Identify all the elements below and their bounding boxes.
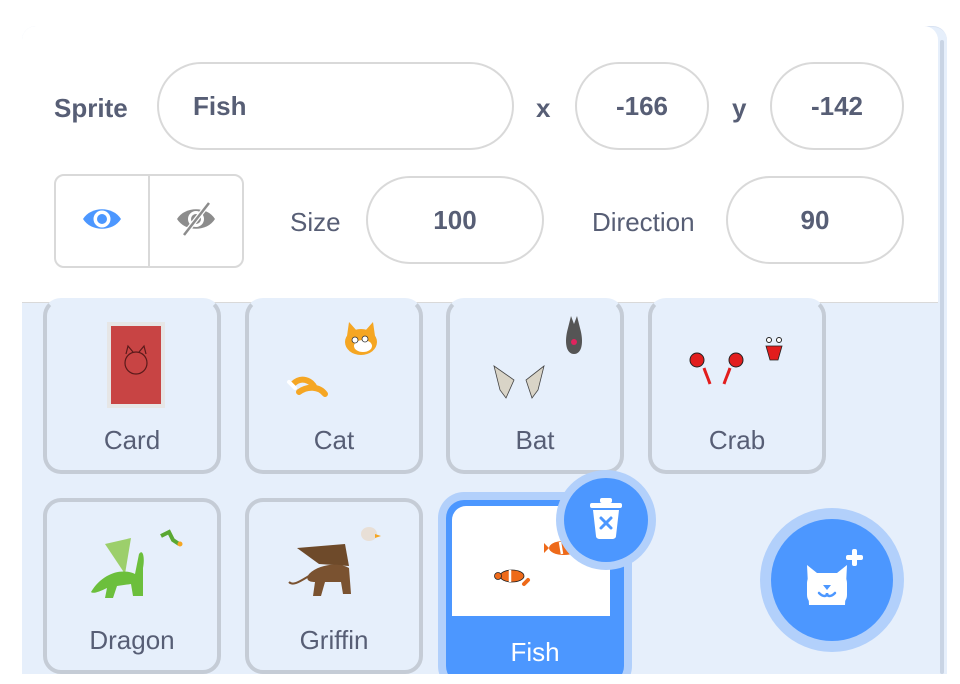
size-label: Size	[290, 207, 341, 237]
sprite-name: Card	[103, 425, 161, 455]
size-input[interactable]: 100	[366, 176, 544, 264]
visibility-toggle	[54, 174, 244, 268]
sprite-tile-dragon[interactable]: Dragon	[43, 498, 221, 674]
x-input[interactable]: -166	[575, 62, 709, 150]
sprite-tile-bat[interactable]: Bat	[446, 298, 624, 474]
dragon-sprite-thumbnail	[47, 502, 217, 622]
bat-sprite-thumbnail	[450, 302, 620, 422]
x-label: x	[536, 93, 551, 123]
cat-sprite-thumbnail	[249, 302, 419, 422]
sprite-name: Dragon	[89, 625, 175, 655]
trash-icon	[586, 496, 626, 545]
viewport-edge	[0, 674, 960, 684]
sprite-tile-crab[interactable]: Crab	[648, 298, 826, 474]
delete-sprite-button[interactable]	[564, 478, 648, 562]
sprite-name: Bat	[515, 425, 555, 455]
card-sprite-thumbnail	[47, 302, 217, 422]
sprite-name: Fish	[510, 637, 560, 667]
sprite-name-input[interactable]: Fish	[157, 62, 514, 150]
sprite-name: Griffin	[299, 625, 369, 655]
scrollbar[interactable]	[940, 40, 944, 674]
sprite-tile-card[interactable]: Card	[43, 298, 221, 474]
add-sprite-button[interactable]	[760, 508, 904, 652]
y-input[interactable]: -142	[770, 62, 904, 150]
y-label: y	[732, 93, 747, 123]
direction-input[interactable]: 90	[726, 176, 904, 264]
sprite-tile-griffin[interactable]: Griffin	[245, 498, 423, 674]
hide-button[interactable]	[148, 176, 242, 266]
griffin-sprite-thumbnail	[249, 502, 419, 622]
show-button[interactable]	[56, 176, 148, 266]
eye-icon	[81, 204, 123, 239]
sprite-tile-cat[interactable]: Cat	[245, 298, 423, 474]
sprite-label: Sprite	[54, 93, 128, 123]
add-sprite-button-inner[interactable]	[771, 519, 893, 641]
direction-label: Direction	[592, 207, 695, 237]
sprite-name: Crab	[708, 425, 766, 455]
cat-plus-icon	[799, 547, 865, 614]
eye-slash-icon	[175, 200, 217, 242]
crab-sprite-thumbnail	[652, 302, 822, 422]
sprite-name: Cat	[313, 425, 355, 455]
